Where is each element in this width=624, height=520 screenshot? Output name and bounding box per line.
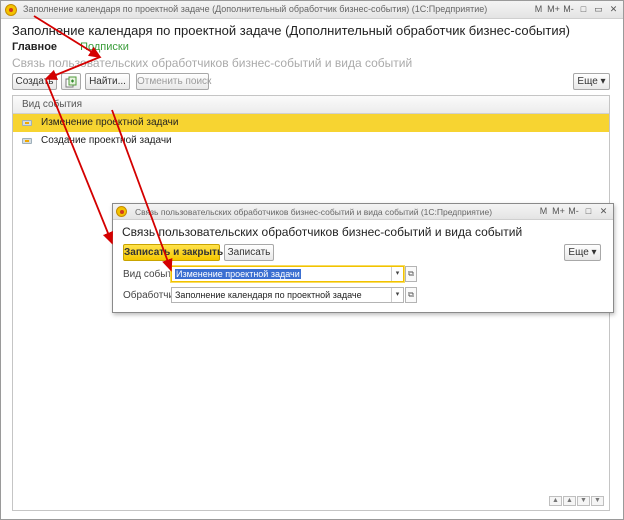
memory-icon[interactable]: M	[532, 3, 545, 16]
dialog-window-title: Связь пользовательских обработчиков бизн…	[135, 207, 493, 217]
section-title: Связь пользовательских обработчиков бизн…	[12, 56, 413, 70]
restore-icon[interactable]: □	[577, 3, 590, 16]
scroll-last-icon[interactable]: ▼	[591, 496, 604, 506]
close-icon[interactable]: ✕	[597, 205, 610, 218]
save-and-close-button[interactable]: Записать и закрыть	[123, 244, 223, 261]
event-type-input[interactable]: Изменение проектной задачи ▾	[171, 266, 404, 282]
dialog-more-button[interactable]: Еще ▾	[564, 244, 601, 261]
window-controls: M M+ M- □ ▭ ✕	[532, 3, 620, 16]
list-item-label: Изменение проектной задачи	[41, 117, 179, 128]
window-title: Заполнение календаря по проектной задаче…	[23, 4, 488, 14]
close-icon[interactable]: ✕	[607, 3, 620, 16]
app-logo-icon	[116, 206, 127, 217]
dialog-title: Связь пользовательских обработчиков бизн…	[122, 225, 523, 239]
find-button[interactable]: Найти...	[85, 73, 130, 90]
list-item[interactable]: Изменение проектной задачи	[13, 114, 609, 132]
chevron-down-icon[interactable]: ▾	[391, 288, 403, 302]
chevron-down-icon[interactable]: ▾	[391, 267, 403, 281]
list-pager: ▲ ▲ ▼ ▼	[549, 496, 604, 506]
main-titlebar[interactable]: Заполнение календаря по проектной задаче…	[1, 1, 623, 19]
create-button[interactable]: Создать	[12, 73, 57, 90]
dialog-controls: M M+ M- □ ✕	[537, 205, 610, 218]
scroll-first-icon[interactable]: ▲	[549, 496, 562, 506]
column-header-event-type[interactable]: Вид события	[13, 96, 609, 114]
memory-minus-icon[interactable]: M-	[567, 205, 580, 218]
maximize-icon[interactable]: ▭	[592, 3, 605, 16]
app-logo-icon	[5, 4, 17, 16]
scroll-up-icon[interactable]: ▲	[563, 496, 576, 506]
memory-minus-icon[interactable]: M-	[562, 3, 575, 16]
nav-subscriptions[interactable]: Подписки	[80, 41, 129, 53]
copy-icon	[65, 76, 77, 88]
nav-main[interactable]: Главное	[12, 41, 57, 53]
save-button[interactable]: Записать	[224, 244, 274, 261]
memory-plus-icon[interactable]: M+	[547, 3, 560, 16]
cancel-search-button[interactable]: Отменить поиск	[136, 73, 211, 90]
memory-plus-icon[interactable]: M+	[552, 205, 565, 218]
copy-button[interactable]	[61, 73, 81, 90]
handler-input[interactable]: Заполнение календаря по проектной задаче…	[171, 287, 404, 303]
event-type-value: Изменение проектной задачи	[175, 269, 301, 279]
dialog-titlebar[interactable]: Связь пользовательских обработчиков бизн…	[113, 204, 613, 220]
handler-value: Заполнение календаря по проектной задаче	[175, 290, 362, 300]
record-icon	[22, 138, 32, 144]
more-button[interactable]: Еще ▾	[573, 73, 610, 90]
form-title: Заполнение календаря по проектной задаче…	[12, 23, 570, 38]
memory-icon[interactable]: M	[537, 205, 550, 218]
open-event-type-button[interactable]: ⧉	[405, 266, 417, 282]
list-item-label: Создание проектной задачи	[41, 135, 172, 146]
open-handler-button[interactable]: ⧉	[405, 287, 417, 303]
record-icon	[22, 120, 32, 126]
form-nav: Главное Подписки	[12, 41, 129, 53]
list-item[interactable]: Создание проектной задачи	[13, 132, 609, 150]
maximize-icon[interactable]: □	[582, 205, 595, 218]
record-dialog: Связь пользовательских обработчиков бизн…	[112, 203, 614, 313]
scroll-down-icon[interactable]: ▼	[577, 496, 590, 506]
